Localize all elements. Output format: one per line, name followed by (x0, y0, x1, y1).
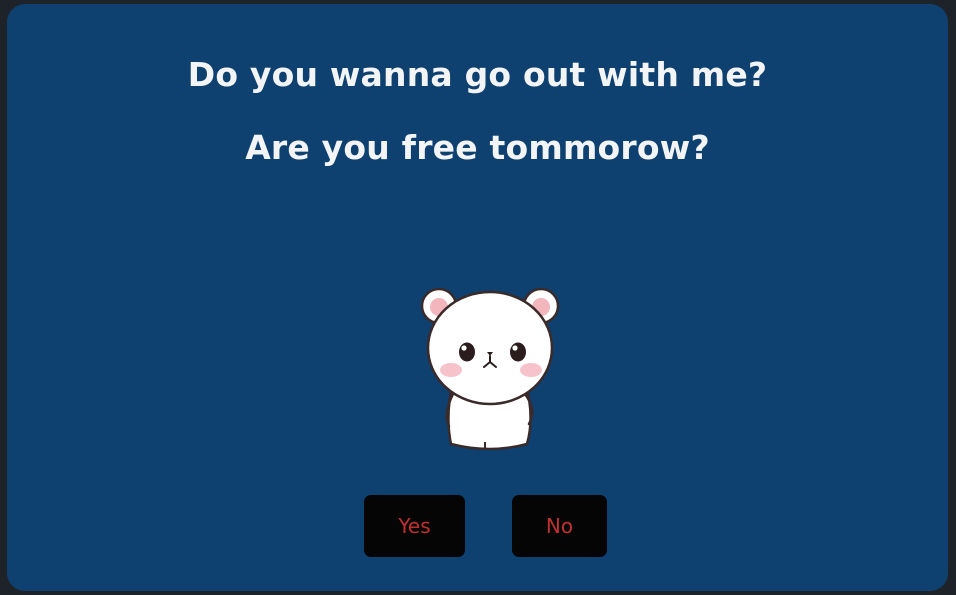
question-title: Do you wanna go out with me? (187, 55, 768, 94)
question-subtitle: Are you free tommorow? (245, 128, 710, 167)
yes-button[interactable]: Yes (364, 495, 465, 557)
no-button[interactable]: No (512, 495, 607, 557)
dialog-card: Do you wanna go out with me? Are you fre… (7, 4, 948, 591)
white-bear-sticker-icon (420, 287, 560, 451)
